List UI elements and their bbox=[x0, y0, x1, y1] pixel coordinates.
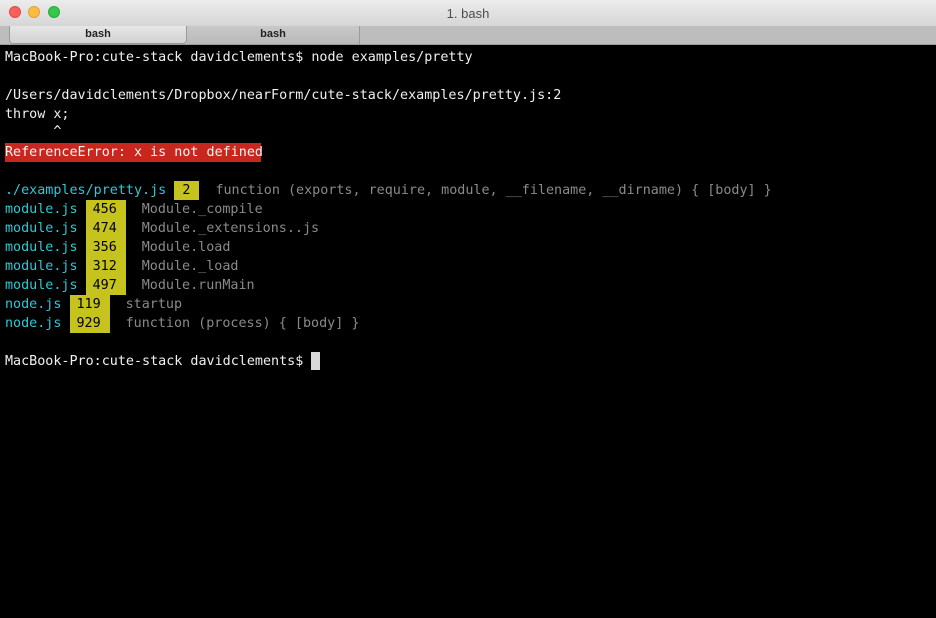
stack-frame: node.js 929 function (process) { [body] … bbox=[5, 314, 359, 333]
error-file-location: /Users/davidclements/Dropbox/nearForm/cu… bbox=[5, 88, 562, 103]
frame-line-number: 119 bbox=[69, 295, 110, 314]
frame-line-number: 497 bbox=[85, 276, 126, 295]
stack-frame: module.js 474 Module._extensions..js bbox=[5, 219, 319, 238]
tab-bash-2[interactable]: bash bbox=[187, 26, 360, 44]
error-caret: ^ bbox=[5, 124, 62, 139]
frame-file: module.js bbox=[5, 240, 78, 255]
frame-function: function (exports, require, module, __fi… bbox=[215, 183, 772, 198]
error-message-line: ReferenceError: x is not defined bbox=[5, 143, 263, 162]
stack-frame: module.js 356 Module.load bbox=[5, 238, 230, 257]
frame-line-number: 356 bbox=[85, 238, 126, 257]
title-bar[interactable]: 1. bash bbox=[0, 0, 936, 26]
frame-file: module.js bbox=[5, 278, 78, 293]
frame-function: Module._compile bbox=[141, 202, 263, 217]
final-prompt-line: MacBook-Pro:cute-stack davidclements$ bbox=[5, 352, 321, 371]
command-prompt-line: MacBook-Pro:cute-stack davidclements$ no… bbox=[5, 50, 473, 65]
tab-bash-1[interactable]: bash bbox=[9, 26, 187, 44]
stack-frame: module.js 456 Module._compile bbox=[5, 200, 263, 219]
stack-frame: module.js 312 Module._load bbox=[5, 257, 239, 276]
frame-function: Module._extensions..js bbox=[141, 221, 320, 236]
frame-line-number: 474 bbox=[85, 219, 126, 238]
frame-function: startup bbox=[125, 297, 183, 312]
stack-frame: node.js 119 startup bbox=[5, 295, 182, 314]
tab-bar: bash bash bbox=[0, 26, 936, 45]
terminal-output[interactable]: MacBook-Pro:cute-stack davidclements$ no… bbox=[0, 46, 936, 618]
frame-function: function (process) { [body] } bbox=[125, 316, 360, 331]
frame-line-number: 2 bbox=[174, 181, 200, 200]
final-prompt: MacBook-Pro:cute-stack davidclements$ bbox=[5, 354, 312, 369]
frame-file: module.js bbox=[5, 202, 78, 217]
frame-line-number: 312 bbox=[85, 257, 126, 276]
stack-frame: module.js 497 Module.runMain bbox=[5, 276, 255, 295]
frame-line-number: 929 bbox=[69, 314, 110, 333]
frame-file: module.js bbox=[5, 259, 78, 274]
frame-line-number: 456 bbox=[85, 200, 126, 219]
frame-function: Module.load bbox=[141, 240, 231, 255]
frame-function: Module._load bbox=[141, 259, 239, 274]
frame-file: node.js bbox=[5, 316, 62, 331]
text-cursor bbox=[311, 352, 321, 370]
error-message: ReferenceError: x is not defined bbox=[5, 143, 263, 162]
frame-file: node.js bbox=[5, 297, 62, 312]
frame-function: Module.runMain bbox=[141, 278, 255, 293]
terminal-window: 1. bash bash bash MacBook-Pro:cute-stack… bbox=[0, 0, 936, 618]
frame-file: module.js bbox=[5, 221, 78, 236]
frame-file: ./examples/pretty.js bbox=[5, 183, 167, 198]
window-title: 1. bash bbox=[446, 6, 490, 21]
stack-frame: ./examples/pretty.js 2 function (exports… bbox=[5, 181, 772, 200]
